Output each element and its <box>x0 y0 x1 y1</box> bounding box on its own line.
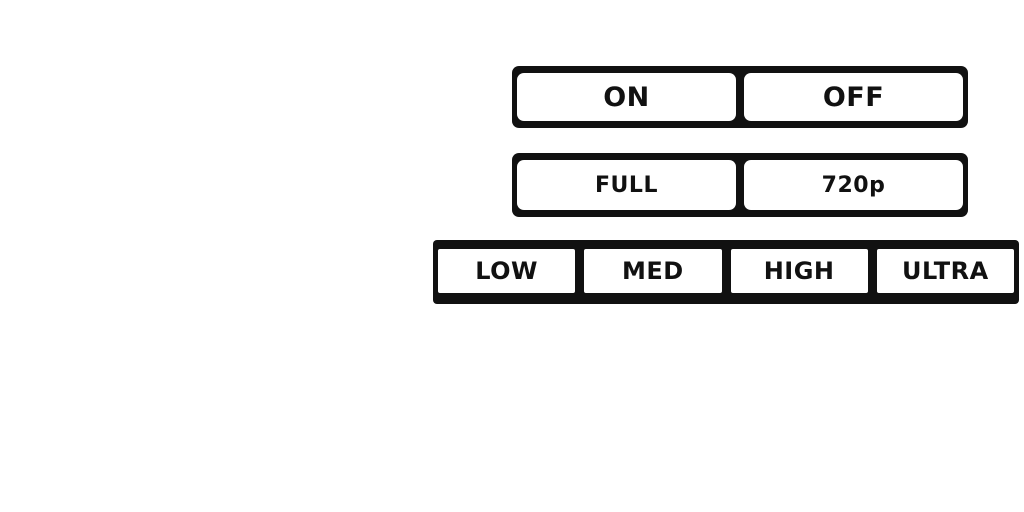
quality-option-high[interactable]: HIGH <box>730 249 868 293</box>
quality-selector: LOW MED HIGH ULTRA <box>433 240 1019 304</box>
resolution-option-full[interactable]: FULL <box>517 160 736 210</box>
power-option-on[interactable]: ON <box>517 73 736 121</box>
quality-option-med[interactable]: MED <box>584 249 722 293</box>
quality-option-low[interactable]: LOW <box>438 249 576 293</box>
resolution-toggle: FULL 720p <box>512 153 968 217</box>
quality-option-ultra[interactable]: ULTRA <box>876 249 1014 293</box>
resolution-option-720p[interactable]: 720p <box>744 160 963 210</box>
power-toggle: ON OFF <box>512 66 968 128</box>
power-option-off[interactable]: OFF <box>744 73 963 121</box>
